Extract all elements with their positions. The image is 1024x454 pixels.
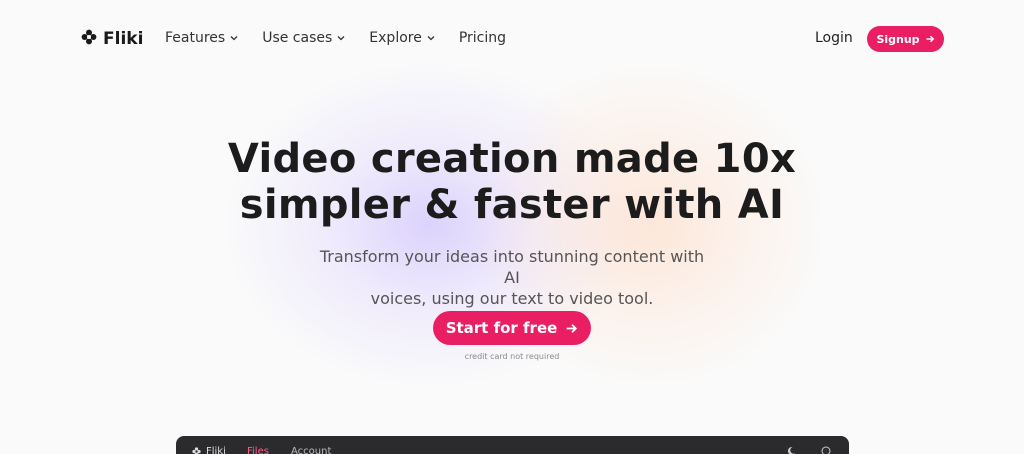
hero-subtitle: Transform your ideas into stunning conte… xyxy=(312,246,712,309)
nav-item-use-cases[interactable]: Use cases xyxy=(262,30,345,46)
subtitle-line-1: Transform your ideas into stunning conte… xyxy=(319,247,705,287)
tab-account[interactable]: Account xyxy=(291,446,331,454)
chevron-down-icon xyxy=(230,36,238,41)
cta-label: Start for free xyxy=(445,319,558,337)
brand-name: Fliki xyxy=(103,29,144,49)
moon-icon[interactable] xyxy=(786,446,796,454)
nav-item-pricing[interactable]: Pricing xyxy=(459,30,506,46)
chevron-down-icon xyxy=(337,36,345,41)
chevron-down-icon xyxy=(427,36,435,41)
tab-files[interactable]: Files xyxy=(247,446,269,454)
app-preview-bar: Fliki Files Account xyxy=(176,436,849,454)
nav-item-label: Features xyxy=(165,30,226,46)
subtitle-line-2: voices, using our text to video tool. xyxy=(370,289,654,308)
start-for-free-button[interactable]: Start for free xyxy=(433,311,591,345)
cta-note: credit card not required xyxy=(464,352,560,361)
nav-item-explore[interactable]: Explore xyxy=(369,30,435,46)
nav-item-features[interactable]: Features xyxy=(165,30,238,46)
flower-logo-icon xyxy=(192,447,201,454)
signup-button[interactable]: Signup xyxy=(867,26,944,52)
brand-logo[interactable]: Fliki xyxy=(81,28,143,50)
headline-line-1: Video creation made 10x xyxy=(227,136,797,182)
signup-button-label: Signup xyxy=(876,32,920,46)
headline-line-2: simpler & faster with AI xyxy=(239,182,785,228)
app-preview-brand: Fliki xyxy=(192,446,226,454)
help-icon[interactable] xyxy=(821,446,831,454)
nav-links: Features Use cases Explore Pricing xyxy=(165,30,506,46)
arrow-right-icon xyxy=(926,35,934,43)
hero-headline: Video creation made 10x simpler & faster… xyxy=(0,136,1024,228)
flower-logo-icon xyxy=(81,29,97,49)
app-preview-brand-name: Fliki xyxy=(206,446,226,454)
arrow-right-icon xyxy=(566,323,578,333)
nav-item-label: Pricing xyxy=(458,30,507,46)
top-navigation: Fliki Features Use cases Explore Pricing… xyxy=(0,0,1024,78)
nav-item-label: Explore xyxy=(369,30,422,46)
login-link[interactable]: Login xyxy=(815,30,853,46)
nav-item-label: Use cases xyxy=(262,30,333,46)
